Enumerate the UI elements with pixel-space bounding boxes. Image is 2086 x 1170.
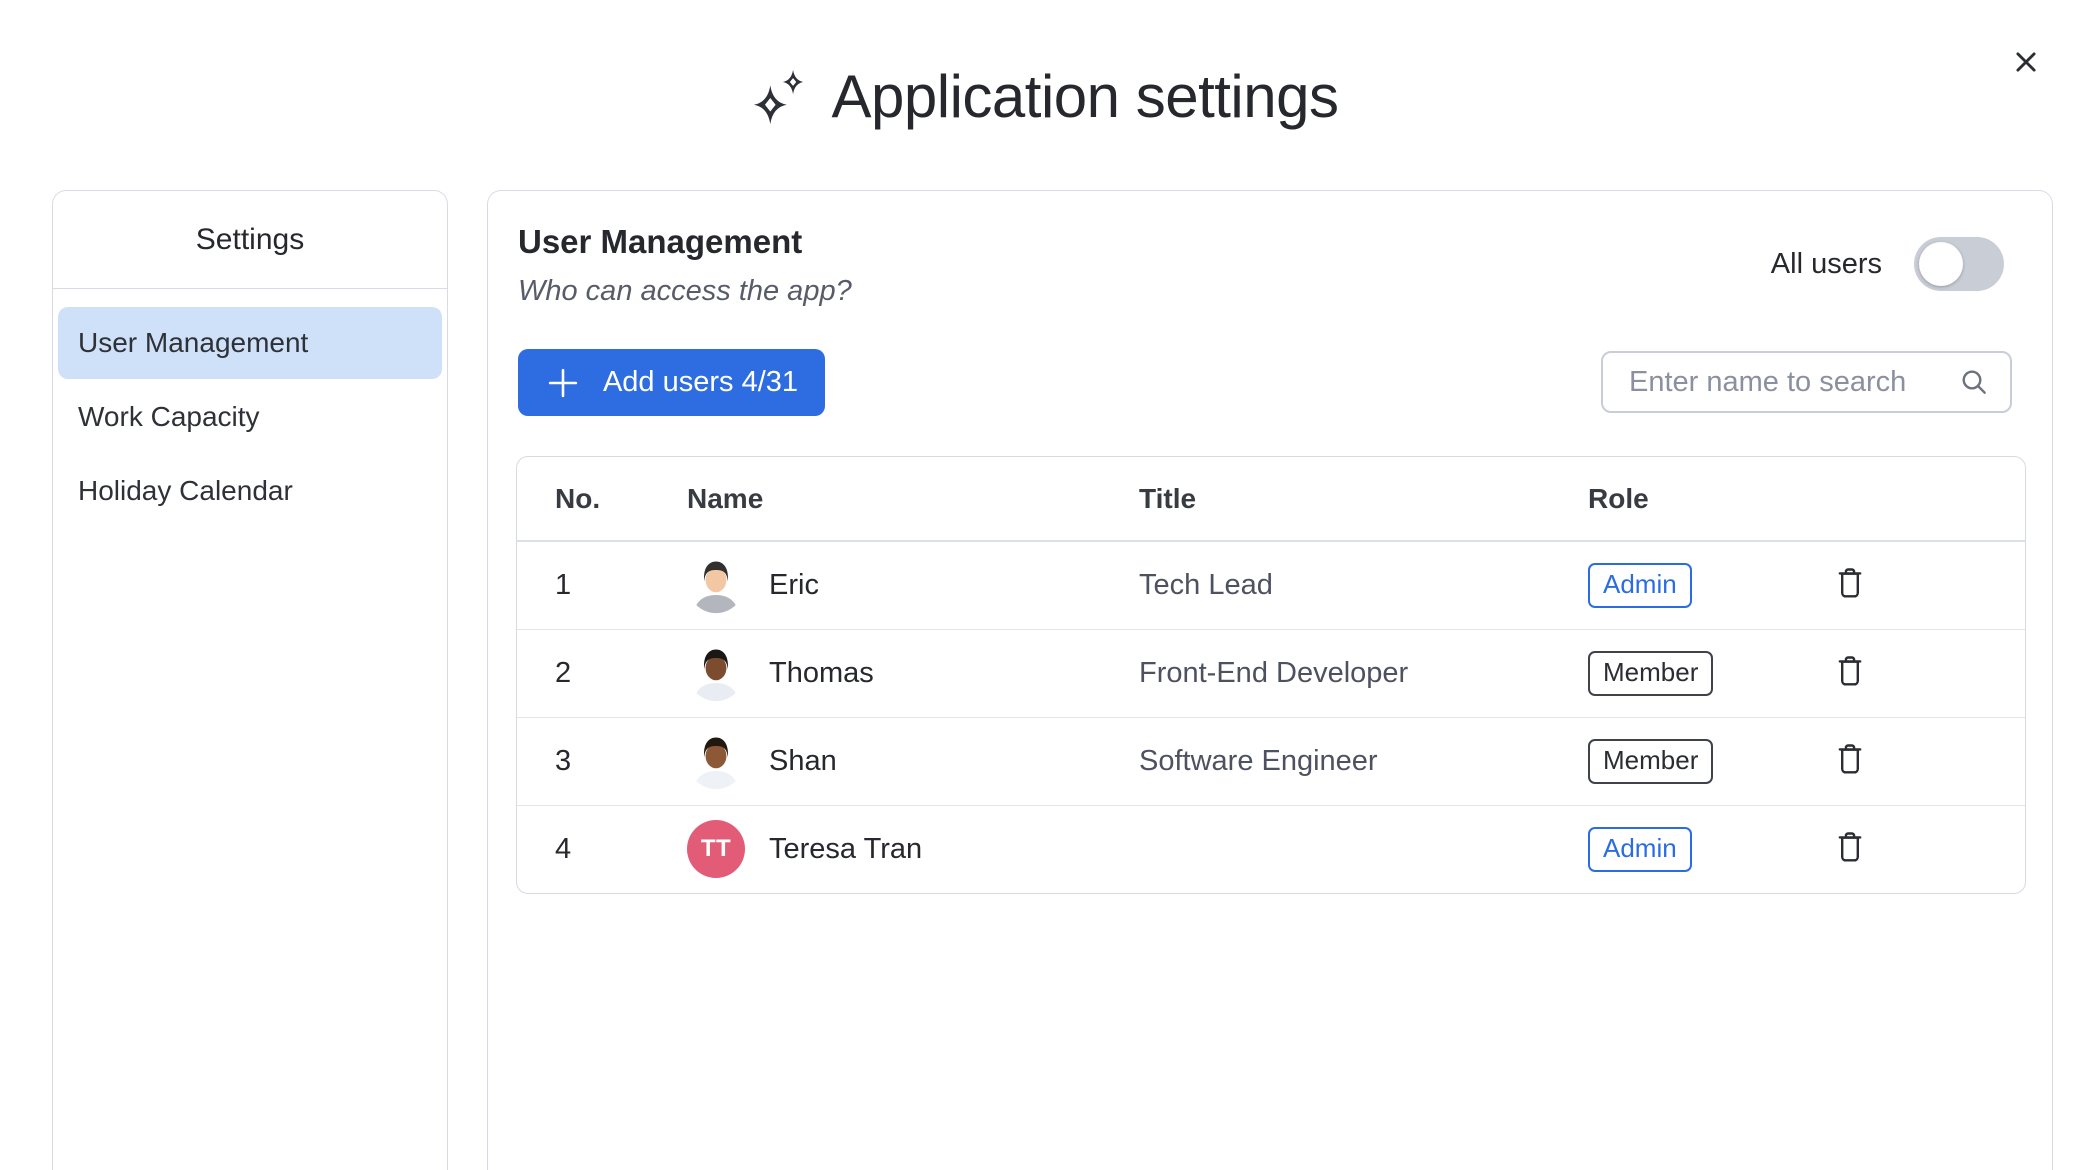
panel-title: User Management [518, 223, 852, 261]
sidebar-item-label: Holiday Calendar [78, 475, 293, 507]
sidebar-item-label: Work Capacity [78, 401, 260, 433]
search-input[interactable] [1629, 366, 1958, 399]
column-header-no: No. [517, 457, 687, 541]
role-badge[interactable]: Admin [1588, 827, 1692, 872]
delete-user-button[interactable] [1828, 649, 1872, 693]
settings-sidebar: Settings User Management Work Capacity H… [52, 190, 448, 1170]
toggle-knob [1919, 242, 1963, 286]
sidebar-item-work-capacity[interactable]: Work Capacity [58, 381, 442, 453]
column-header-title: Title [1137, 457, 1587, 541]
role-badge[interactable]: Member [1588, 651, 1713, 696]
column-header-name: Name [687, 457, 1137, 541]
trash-icon [1832, 741, 1868, 777]
sidebar-nav: User Management Work Capacity Holiday Ca… [53, 289, 447, 547]
user-title: Front-End Developer [1137, 629, 1587, 717]
user-number: 1 [517, 541, 687, 629]
panel-subtitle: Who can access the app? [518, 275, 852, 308]
role-badge[interactable]: Admin [1588, 563, 1692, 608]
application-settings-dialog: Application settings Settings User Manag… [0, 0, 2086, 1170]
table-row: 2 Thomas Front-End DeveloperMember [517, 629, 2025, 717]
sparkles-icon [748, 66, 810, 128]
column-header-role: Role [1587, 457, 1822, 541]
page-title: Application settings [832, 62, 1339, 131]
all-users-control: All users [1771, 237, 2004, 291]
sidebar-title: Settings [53, 191, 447, 289]
search-icon [1958, 366, 1990, 398]
user-name: Thomas [769, 657, 874, 690]
trash-icon [1832, 829, 1868, 865]
user-name: Teresa Tran [769, 833, 922, 866]
sidebar-item-holiday-calendar[interactable]: Holiday Calendar [58, 455, 442, 527]
dialog-title-row: Application settings [0, 62, 2086, 131]
sidebar-item-user-management[interactable]: User Management [58, 307, 442, 379]
user-number: 4 [517, 805, 687, 893]
avatar: TT [687, 820, 745, 878]
table-row: 3 Shan Software EngineerMember [517, 717, 2025, 805]
user-name: Eric [769, 569, 819, 602]
avatar [687, 732, 745, 790]
user-title [1137, 805, 1587, 893]
table-row: 1 Eric Tech LeadAdmin [517, 541, 2025, 629]
panel-heading: User Management Who can access the app? [518, 223, 852, 308]
all-users-label: All users [1771, 248, 1882, 281]
avatar [687, 644, 745, 702]
avatar [687, 556, 745, 614]
add-users-label: Add users 4/31 [603, 366, 798, 399]
user-number: 3 [517, 717, 687, 805]
add-users-button[interactable]: Add users 4/31 [518, 349, 825, 416]
users-table: No. Name Title Role 1EricTech LeadAdmin2… [516, 456, 2026, 894]
user-title: Software Engineer [1137, 717, 1587, 805]
user-management-panel: User Management Who can access the app? … [487, 190, 2053, 1170]
all-users-toggle[interactable] [1914, 237, 2004, 291]
column-header-actions [1822, 457, 2025, 541]
delete-user-button[interactable] [1828, 825, 1872, 869]
delete-user-button[interactable] [1828, 561, 1872, 605]
table-header-row: No. Name Title Role [517, 457, 2025, 541]
user-title: Tech Lead [1137, 541, 1587, 629]
table-row: 4TT Teresa Tran Admin [517, 805, 2025, 893]
user-table-body: 1EricTech LeadAdmin2ThomasFront-End Deve… [517, 541, 2025, 893]
trash-icon [1832, 565, 1868, 601]
sidebar-item-label: User Management [78, 327, 308, 359]
trash-icon [1832, 653, 1868, 689]
user-name: Shan [769, 745, 837, 778]
role-badge[interactable]: Member [1588, 739, 1713, 784]
delete-user-button[interactable] [1828, 737, 1872, 781]
plus-icon [545, 365, 581, 401]
user-number: 2 [517, 629, 687, 717]
search-box [1601, 351, 2012, 413]
